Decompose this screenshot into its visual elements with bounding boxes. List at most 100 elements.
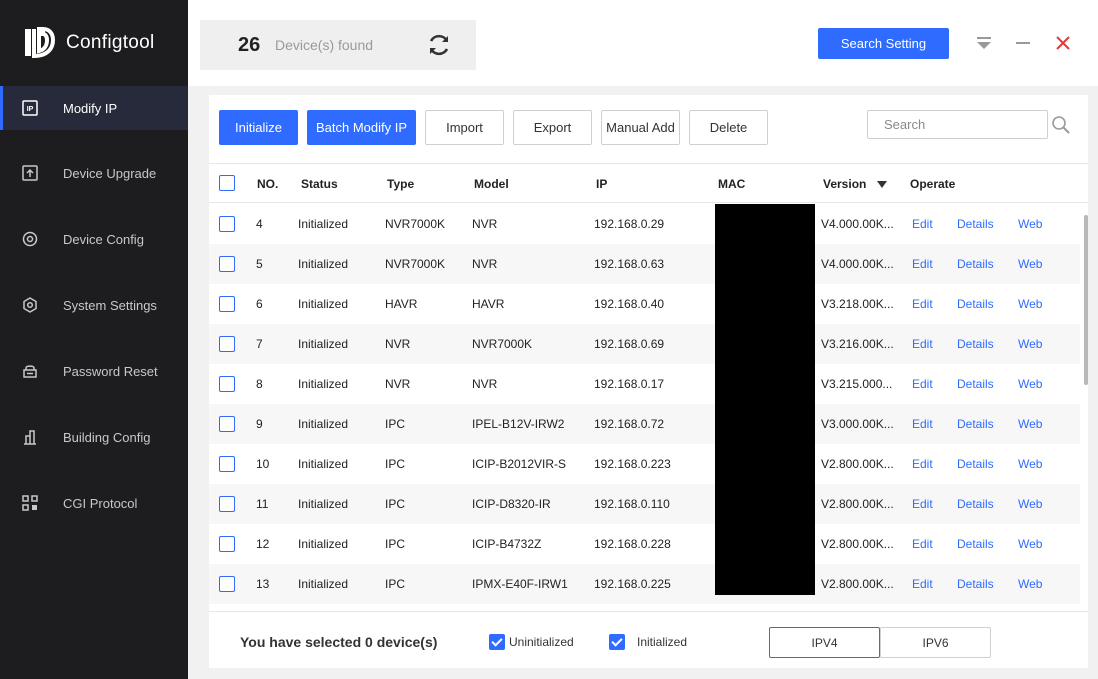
web-link[interactable]: Web: [1018, 217, 1042, 231]
ipv6-tab[interactable]: IPV6: [880, 627, 991, 658]
initialize-button[interactable]: Initialize: [219, 110, 298, 145]
row-checkbox[interactable]: [219, 336, 235, 352]
details-link[interactable]: Details: [957, 217, 994, 231]
svg-text:IP: IP: [27, 106, 34, 113]
search-icon[interactable]: [1051, 115, 1071, 135]
edit-link[interactable]: Edit: [912, 497, 933, 511]
cell-no: 8: [256, 377, 263, 391]
config-icon: [22, 231, 38, 247]
edit-link[interactable]: Edit: [912, 377, 933, 391]
edit-link[interactable]: Edit: [912, 537, 933, 551]
details-link[interactable]: Details: [957, 457, 994, 471]
web-link[interactable]: Web: [1018, 577, 1042, 591]
select-all-checkbox[interactable]: [219, 175, 235, 191]
cell-type: HAVR: [385, 297, 418, 311]
app-title: Configtool: [66, 32, 155, 53]
row-checkbox[interactable]: [219, 456, 235, 472]
minimize-icon[interactable]: [1014, 34, 1032, 52]
cell-status: Initialized: [298, 537, 349, 551]
row-checkbox[interactable]: [219, 256, 235, 272]
sidebar-item-system-settings[interactable]: System Settings: [0, 283, 188, 327]
details-link[interactable]: Details: [957, 497, 994, 511]
cell-version: V3.000.00K...: [821, 417, 894, 431]
edit-link[interactable]: Edit: [912, 337, 933, 351]
edit-link[interactable]: Edit: [912, 217, 933, 231]
table-row[interactable]: 4 Initialized NVR7000K NVR 192.168.0.29 V4.00…: [209, 204, 1080, 244]
cell-type: NVR7000K: [385, 257, 446, 271]
sidebar-item-cgi-protocol[interactable]: CGI Protocol: [0, 481, 188, 525]
web-link[interactable]: Web: [1018, 537, 1042, 551]
table-row[interactable]: 7 Initialized NVR NVR7000K 192.168.0.69 V3.21…: [209, 324, 1080, 364]
table-row[interactable]: 5 Initialized NVR7000K NVR 192.168.0.63 V4.00…: [209, 244, 1080, 284]
row-checkbox[interactable]: [219, 296, 235, 312]
cell-type: IPC: [385, 577, 406, 591]
details-link[interactable]: Details: [957, 537, 994, 551]
details-link[interactable]: Details: [957, 297, 994, 311]
table-scrollbar[interactable]: [1084, 215, 1088, 385]
edit-link[interactable]: Edit: [912, 257, 933, 271]
uninitialized-filter-label: Uninitialized: [509, 635, 574, 649]
cell-no: 10: [256, 457, 270, 471]
edit-link[interactable]: Edit: [912, 417, 933, 431]
web-link[interactable]: Web: [1018, 497, 1042, 511]
batch-modify-ip-button[interactable]: Batch Modify IP: [307, 110, 416, 145]
cell-model: ICIP-B2012VIR-S: [472, 457, 567, 471]
cgi-icon: [22, 495, 38, 511]
search-setting-button[interactable]: Search Setting: [818, 28, 949, 59]
ipv4-tab[interactable]: IPV4: [769, 627, 880, 658]
table-row[interactable]: 6 Initialized HAVR HAVR 192.168.0.40 V3.218.0…: [209, 284, 1080, 324]
web-link[interactable]: Web: [1018, 417, 1042, 431]
table-row[interactable]: 13 Initialized IPC IPMX-E40F-IRW1 192.168.0.…: [209, 564, 1080, 604]
details-link[interactable]: Details: [957, 337, 994, 351]
sidebar-item-label: Password Reset: [63, 363, 158, 379]
sidebar-item-device-upgrade[interactable]: Device Upgrade: [0, 151, 188, 195]
table-row[interactable]: 11 Initialized IPC ICIP-D8320-IR 192.168.0.1…: [209, 484, 1080, 524]
row-checkbox[interactable]: [219, 376, 235, 392]
details-link[interactable]: Details: [957, 257, 994, 271]
cell-no: 11: [256, 497, 269, 511]
import-button[interactable]: Import: [425, 110, 504, 145]
row-checkbox[interactable]: [219, 416, 235, 432]
details-link[interactable]: Details: [957, 577, 994, 591]
row-checkbox[interactable]: [219, 216, 235, 232]
row-checkbox[interactable]: [219, 536, 235, 552]
export-button[interactable]: Export: [513, 110, 592, 145]
web-link[interactable]: Web: [1018, 457, 1042, 471]
sort-down-icon[interactable]: [877, 181, 887, 188]
details-link[interactable]: Details: [957, 377, 994, 391]
sidebar-item-device-config[interactable]: Device Config: [0, 217, 188, 261]
refresh-icon[interactable]: [426, 32, 452, 58]
web-link[interactable]: Web: [1018, 257, 1042, 271]
search-input[interactable]: [867, 110, 1048, 139]
cell-status: Initialized: [298, 297, 349, 311]
row-checkbox[interactable]: [219, 496, 235, 512]
initialized-filter-checkbox[interactable]: [609, 634, 625, 650]
details-link[interactable]: Details: [957, 417, 994, 431]
edit-link[interactable]: Edit: [912, 577, 933, 591]
table-row[interactable]: 12 Initialized IPC ICIP-B4732Z 192.168.0.228…: [209, 524, 1080, 564]
edit-link[interactable]: Edit: [912, 297, 933, 311]
manual-add-button[interactable]: Manual Add: [601, 110, 680, 145]
row-checkbox[interactable]: [219, 576, 235, 592]
sidebar-item-modify-ip[interactable]: IP Modify IP: [0, 86, 188, 130]
close-icon[interactable]: [1054, 34, 1072, 52]
column-version[interactable]: Version: [823, 177, 866, 191]
cell-type: IPC: [385, 457, 406, 471]
table-row[interactable]: 8 Initialized NVR NVR 192.168.0.17 V3.215.000…: [209, 364, 1080, 404]
web-link[interactable]: Web: [1018, 337, 1042, 351]
cell-no: 13: [256, 577, 270, 591]
cell-model: ICIP-B4732Z: [472, 537, 542, 551]
sidebar-item-building-config[interactable]: Building Config: [0, 415, 188, 459]
web-link[interactable]: Web: [1018, 297, 1042, 311]
cell-model: IPMX-E40F-IRW1: [472, 577, 568, 591]
delete-button[interactable]: Delete: [689, 110, 768, 145]
edit-link[interactable]: Edit: [912, 457, 933, 471]
table-row[interactable]: 9 Initialized IPC IPEL-B12V-IRW2 192.168.0.7…: [209, 404, 1080, 444]
collapse-icon[interactable]: [975, 34, 993, 52]
web-link[interactable]: Web: [1018, 377, 1042, 391]
sidebar-item-password-reset[interactable]: Password Reset: [0, 349, 188, 393]
table-row[interactable]: 10 Initialized IPC ICIP-B2012VIR-S 192.168.0…: [209, 444, 1080, 484]
settings-icon: [23, 297, 37, 313]
device-table-body: 4 Initialized NVR7000K NVR 192.168.0.29 V4.00…: [209, 204, 1080, 605]
uninitialized-filter-checkbox[interactable]: [489, 634, 505, 650]
